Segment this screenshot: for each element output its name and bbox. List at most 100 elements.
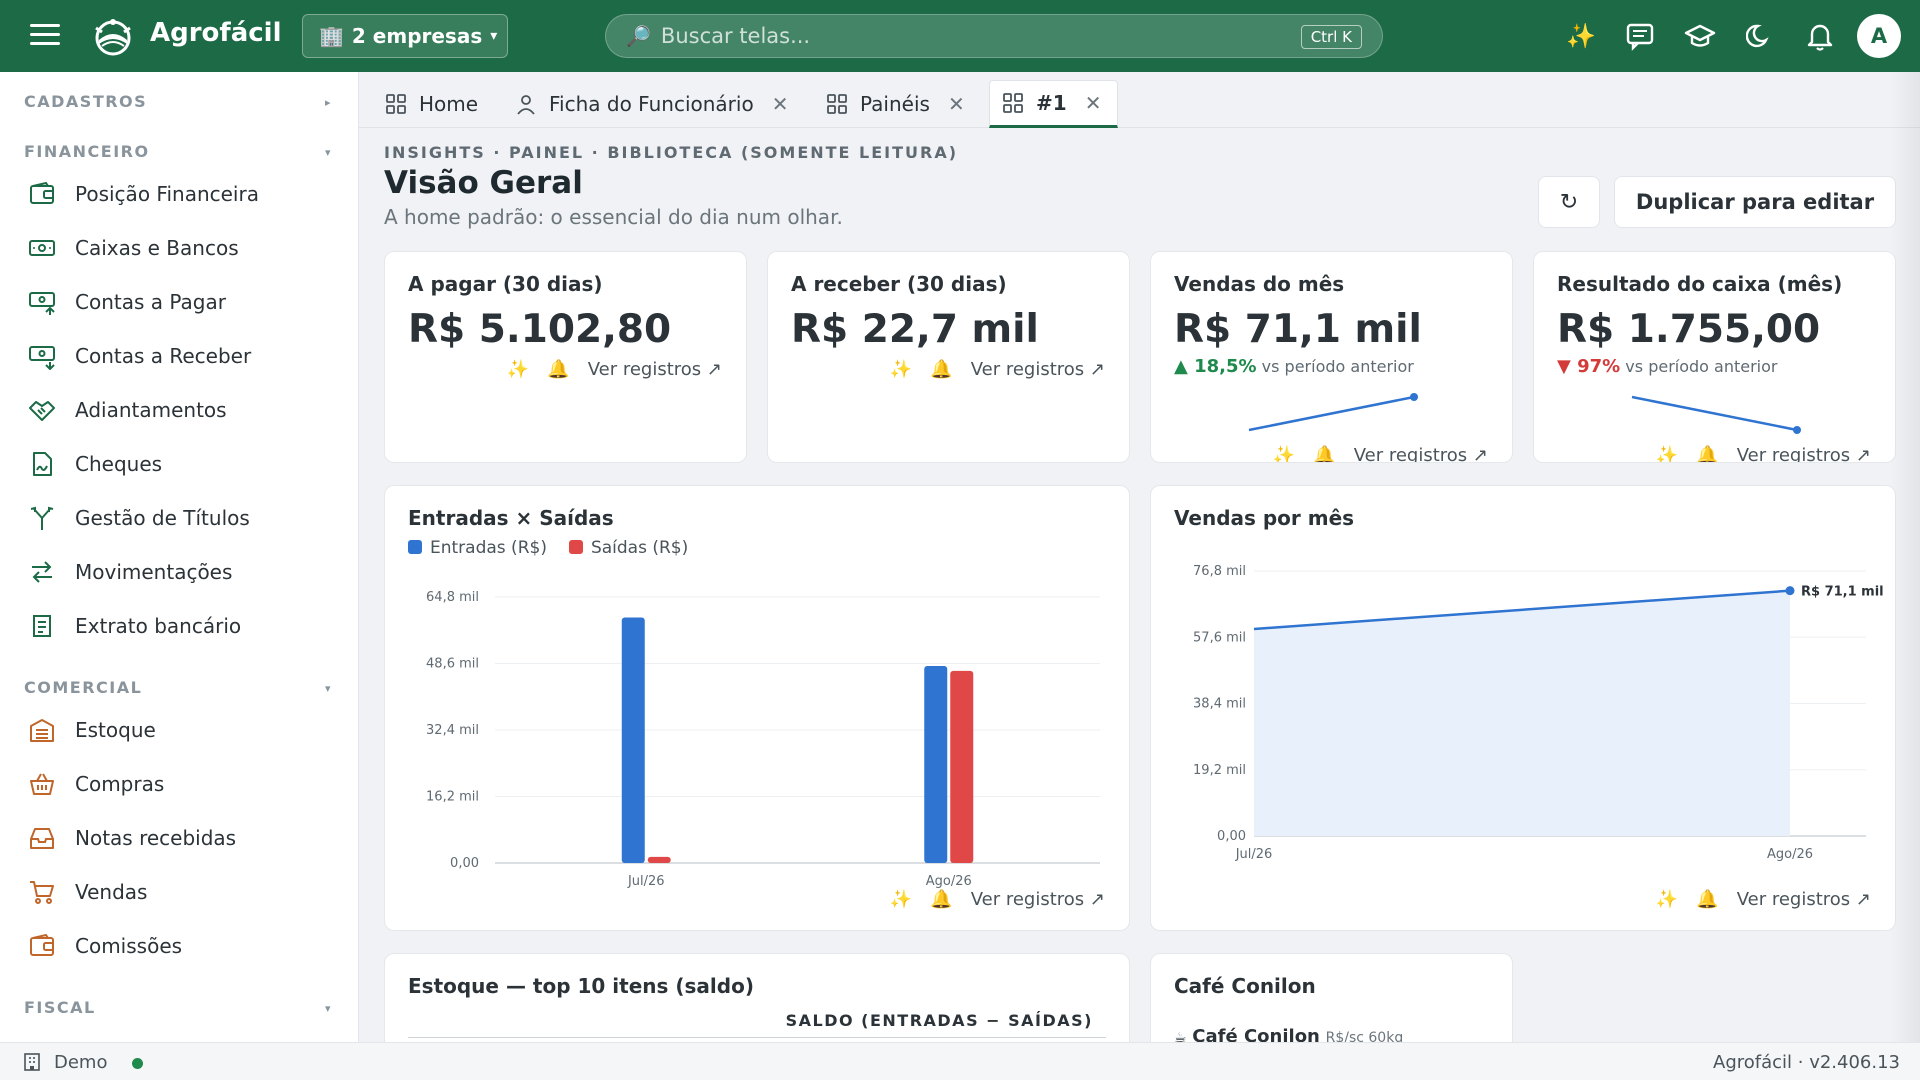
tab-painel-1[interactable]: #1 ✕	[989, 80, 1119, 128]
tab-home[interactable]: Home	[385, 80, 478, 128]
tab-bar: Home Ficha do Funcionário ✕ Painéis ✕ #1…	[359, 72, 1920, 128]
area-chart: 0,00 19,2 mil 38,4 mil 57,6 mil 76,8 mil R$ 7…	[1193, 564, 1884, 862]
view-records-link[interactable]: Ver registros ↗	[1737, 889, 1871, 910]
sidebar-item-contas-pagar[interactable]: Contas a Pagar	[0, 278, 358, 326]
sidebar-item-posicao-financeira[interactable]: Posição Financeira	[0, 170, 358, 218]
sparkle-icon[interactable]: ✨	[1656, 889, 1678, 910]
avatar[interactable]: A	[1857, 14, 1901, 58]
sparkline-point	[1793, 426, 1801, 434]
sidebar-item-label: Movimentações	[75, 560, 233, 584]
sidebar-item-notas-recebidas[interactable]: Notas recebidas	[0, 814, 358, 862]
sidebar-item-extrato-bancario[interactable]: Extrato bancário	[0, 602, 358, 650]
sidebar-item-gestao-titulos[interactable]: Gestão de Títulos	[0, 494, 358, 542]
y-tick-label: 57,6 mil	[1193, 630, 1246, 645]
sparkle-icon[interactable]: ✨	[507, 359, 529, 380]
sparkline-line	[1248, 395, 1415, 432]
cash-out-icon	[29, 292, 55, 315]
chevron-down-icon[interactable]: ▾	[325, 1002, 331, 1015]
refresh-button[interactable]: ↻	[1538, 176, 1600, 228]
table-column-header[interactable]: SALDO (ENTRADAS − SAÍDAS)	[786, 1011, 1093, 1030]
sidebar-item-label: Posição Financeira	[75, 182, 259, 206]
section-comercial[interactable]: COMERCIAL	[24, 678, 142, 697]
tab-paineis[interactable]: Painéis ✕	[826, 80, 965, 128]
file-sign-icon	[33, 452, 52, 476]
bell-icon[interactable]: 🔔	[1696, 889, 1718, 910]
x-tick-label: Ago/26	[1767, 847, 1813, 862]
status-bar: Demo Agrofácil · v2.406.13	[0, 1042, 1920, 1080]
close-icon[interactable]: ✕	[1085, 91, 1102, 115]
data-label: R$ 71,1 mil	[1801, 585, 1884, 600]
duplicate-button[interactable]: Duplicar para editar	[1614, 176, 1896, 228]
sidebar-item-estoque[interactable]: Estoque	[0, 706, 358, 754]
sparkle-icon[interactable]: ✨	[890, 889, 912, 910]
inbox-icon	[30, 828, 54, 849]
cash-in-icon	[29, 346, 55, 370]
chevron-down-icon[interactable]: ▾	[325, 682, 331, 695]
card-actions: ✨ 🔔 Ver registros ↗	[890, 359, 1105, 380]
sidebar-item-cheques[interactable]: Cheques	[0, 440, 358, 488]
table-divider	[408, 1037, 1106, 1038]
bell-icon[interactable]: 🔔	[1313, 445, 1335, 462]
card-title: Estoque — top 10 itens (saldo)	[408, 974, 754, 998]
view-records-link[interactable]: Ver registros ↗	[588, 359, 722, 380]
section-cadastros[interactable]: CADASTROS	[24, 92, 147, 111]
wallet-icon	[30, 181, 54, 204]
sparkle-icon[interactable]: ✨	[1565, 20, 1597, 52]
chevron-right-icon[interactable]: ▸	[325, 96, 331, 109]
tab-label: #1	[1036, 91, 1067, 115]
section-financeiro[interactable]: FINANCEIRO	[24, 142, 150, 161]
search-input[interactable]	[660, 24, 1261, 48]
x-tick-label: Jul/26	[627, 874, 665, 889]
dark-mode-icon[interactable]	[1744, 20, 1776, 52]
sidebar-item-caixas-bancos[interactable]: Caixas e Bancos	[0, 224, 358, 272]
bell-icon[interactable]: 🔔	[930, 889, 952, 910]
chat-icon[interactable]	[1624, 20, 1656, 52]
graduation-cap-icon[interactable]	[1684, 20, 1716, 52]
sidebar-item-vendas[interactable]: Vendas	[0, 868, 358, 916]
chevron-down-icon[interactable]: ▾	[325, 146, 331, 159]
grid-icon	[386, 94, 406, 114]
search-bar[interactable]: 🔎 Ctrl K	[605, 14, 1383, 58]
sidebar-item-comissoes[interactable]: Comissões	[0, 922, 358, 970]
view-records-link[interactable]: Ver registros ↗	[971, 889, 1105, 910]
sparkline-resultado	[1631, 395, 1801, 434]
environment-label[interactable]: Demo	[54, 1052, 107, 1073]
bar	[647, 856, 671, 863]
page-subtitle: A home padrão: o essencial do dia num ol…	[384, 205, 843, 229]
card-title: A receber (30 dias)	[791, 272, 1007, 296]
kpi-card-resultado-caixa: Resultado do caixa (mês) R$ 1.755,00 ▼ 9…	[1533, 251, 1896, 463]
sparkle-icon[interactable]: ✨	[1273, 445, 1295, 462]
sidebar-item-movimentacoes[interactable]: Movimentações	[0, 548, 358, 596]
close-icon[interactable]: ✕	[772, 92, 789, 116]
bell-icon[interactable]	[1804, 20, 1836, 52]
view-records-link[interactable]: Ver registros ↗	[971, 359, 1105, 380]
area-fill	[1254, 590, 1790, 836]
chart-card-vendas-mes: Vendas por mês 0,00 19,2 mil 38,4 mil 57,6 …	[1150, 485, 1896, 931]
warehouse-icon	[30, 719, 54, 742]
sparkle-icon[interactable]: ✨	[1656, 445, 1678, 462]
scroll-icon	[33, 615, 51, 637]
close-icon[interactable]: ✕	[948, 92, 965, 116]
company-selector-label: 2 empresas	[351, 24, 483, 48]
sidebar-item-contas-receber[interactable]: Contas a Receber	[0, 332, 358, 380]
tab-ficha-funcionario[interactable]: Ficha do Funcionário ✕	[515, 80, 788, 128]
view-records-link[interactable]: Ver registros ↗	[1737, 445, 1871, 462]
brand-name[interactable]: Agrofácil	[150, 18, 282, 48]
kpi-value: R$ 22,7 mil	[791, 307, 1039, 352]
company-selector[interactable]: 🏢 2 empresas ▾	[302, 14, 508, 58]
bell-icon[interactable]: 🔔	[930, 359, 952, 380]
menu-icon[interactable]	[30, 24, 60, 48]
sidebar-item-compras[interactable]: Compras	[0, 760, 358, 808]
sparkle-icon[interactable]: ✨	[890, 359, 912, 380]
bell-icon[interactable]: 🔔	[1696, 445, 1718, 462]
bell-icon[interactable]: 🔔	[547, 359, 569, 380]
y-tick-label: 0,00	[1217, 829, 1246, 844]
swap-icon	[32, 561, 52, 583]
section-fiscal[interactable]: FISCAL	[24, 998, 96, 1017]
view-records-link[interactable]: Ver registros ↗	[1354, 445, 1488, 462]
sidebar-item-label: Estoque	[75, 718, 156, 742]
sidebar-item-adiantamentos[interactable]: Adiantamentos	[0, 386, 358, 434]
cash-icon	[29, 240, 55, 256]
sparkline-point	[1410, 393, 1418, 401]
sidebar-item-label: Caixas e Bancos	[75, 236, 239, 260]
